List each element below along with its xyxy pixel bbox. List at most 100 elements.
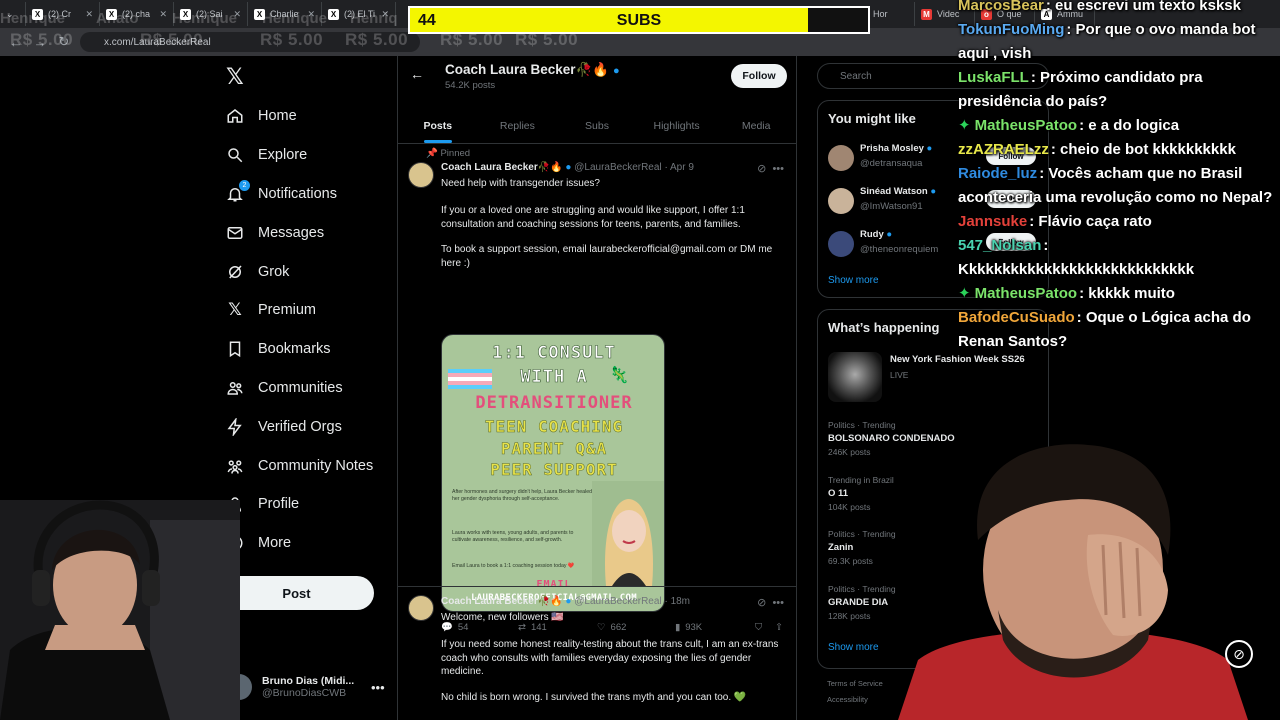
donation-overlay-text: Henriq <box>350 10 398 27</box>
tweet-handle[interactable]: @LauraBeckerReal <box>574 162 661 173</box>
grok-icon <box>226 263 244 281</box>
tweet-time[interactable]: 18m <box>671 596 690 607</box>
more-dots-icon[interactable]: ••• <box>371 680 385 695</box>
tab-highlights[interactable]: Highlights <box>637 108 717 143</box>
sidebar-item-home[interactable]: Home <box>226 97 373 136</box>
chat-username: Raiode_luz <box>958 165 1038 182</box>
tweet-separator: · <box>664 162 668 173</box>
image-caption: After hormones and surgery didn't help, … <box>452 489 592 502</box>
sidebar-item-messages[interactable]: Messages <box>226 213 373 252</box>
pinned-text: Pinned <box>440 148 471 159</box>
chat-username: MatheusPatoo <box>974 117 1078 134</box>
show-more-link[interactable]: Show more <box>828 642 879 653</box>
event-name[interactable]: New York Fashion Week SS26 <box>890 354 1025 365</box>
back-arrow-icon[interactable]: ← <box>410 66 424 82</box>
chat-message: zzAZRAELzz: cheio de bot kkkkkkkkkk <box>958 138 1280 162</box>
chat-username: Jannsuke <box>958 213 1028 230</box>
footer-link[interactable]: Accessibility <box>827 695 868 704</box>
tweet-text: No child is born wrong. I survived the t… <box>441 692 747 703</box>
chat-message: TokunFuoMing: Por que o ovo manda bot aq… <box>958 18 1280 66</box>
video-site-icon: M <box>921 8 932 20</box>
streamer-webcam-right <box>878 440 1258 720</box>
donation-overlay-text: R$ 5.00 <box>140 30 204 49</box>
webcam-person <box>898 444 1248 720</box>
sidebar-item-label: Home <box>258 108 297 125</box>
webcam-person <box>0 500 240 720</box>
streamer-webcam-left <box>0 500 240 720</box>
donation-overlay-text: Henrique <box>0 10 66 27</box>
sidebar-item-notifications[interactable]: 2 Notifications <box>226 175 373 214</box>
mail-icon <box>226 224 244 242</box>
image-caption: Laura works with teens, young adults, an… <box>452 530 574 543</box>
sidebar-item-community-notes[interactable]: Community Notes <box>226 446 373 485</box>
tweet-tools: ⊘ ••• <box>757 596 784 609</box>
close-icon[interactable]: ✕ <box>85 9 93 20</box>
sidebar-item-verified-orgs[interactable]: Verified Orgs <box>226 407 373 446</box>
subs-goal-bar: 44 SUBS <box>408 6 870 34</box>
tweet-image[interactable]: 🦎 1:1 CONSULT WITH A DETRANSITIONER TEEN… <box>441 334 665 612</box>
suggested-name-text: Rudy <box>860 229 884 240</box>
tweet-author[interactable]: Coach Laura Becker🥀🔥 <box>441 162 563 173</box>
stream-chat: MarcosBear: eu escrevi um texto ksksk Tok… <box>958 0 1280 354</box>
sidebar-item-premium[interactable]: 𝕏 Premium <box>226 291 373 330</box>
chat-text: : eu escrevi um texto ksksk <box>1045 0 1241 14</box>
event-thumbnail[interactable] <box>828 352 882 402</box>
more-dots-icon[interactable]: ••• <box>772 597 784 609</box>
tweet[interactable]: 📌 Pinned Coach Laura Becker🥀🔥 ● @LauraBe… <box>398 144 796 656</box>
tab-title: Hor <box>873 9 888 19</box>
footer-link[interactable]: Terms of Service <box>827 679 883 688</box>
tab-media[interactable]: Media <box>716 108 796 143</box>
notes-icon <box>226 457 244 475</box>
close-icon[interactable]: ✕ <box>159 9 167 20</box>
more-dots-icon[interactable]: ••• <box>772 163 784 175</box>
tweet-header: Coach Laura Becker🥀🔥 ● @LauraBeckerReal … <box>441 596 690 607</box>
bookmark-icon <box>226 340 244 358</box>
chat-username: zzAZRAELzz <box>958 141 1049 158</box>
sidebar-item-label: Profile <box>258 496 300 513</box>
sidebar-item-profile[interactable]: Profile <box>226 485 373 524</box>
tweet-handle[interactable]: @LauraBeckerReal <box>574 596 661 607</box>
account-switcher[interactable]: Bruno Dias (Midi... @BrunoDiasCWB <box>226 674 354 700</box>
sidebar-item-bookmarks[interactable]: Bookmarks <box>226 330 373 369</box>
sidebar-item-label: Communities <box>258 379 343 396</box>
tab-subs[interactable]: Subs <box>557 108 637 143</box>
post-button[interactable]: Post <box>219 576 374 610</box>
tweet-time[interactable]: Apr 9 <box>670 162 694 173</box>
x-logo-icon[interactable]: 𝕏 <box>226 64 244 90</box>
tweet-author[interactable]: Coach Laura Becker🥀🔥 <box>441 596 563 607</box>
show-more-link[interactable]: Show more <box>828 275 879 286</box>
tweet-text: To book a support session, email laurabe… <box>441 244 773 269</box>
settings-icon[interactable]: ⊘ <box>1225 640 1253 668</box>
chat-text: : kkkkk muito <box>1079 285 1175 302</box>
verified-badge-icon: ● <box>926 143 933 154</box>
suggested-name-text: Sinéad Watson <box>860 186 928 197</box>
chat-message: Jannsuke: Flávio caça rato <box>958 210 1280 234</box>
avatar <box>828 145 854 171</box>
grok-icon[interactable]: ⊘ <box>757 597 766 609</box>
tab-posts[interactable]: Posts <box>398 108 478 143</box>
profile-header: ← Coach Laura Becker🥀🔥 ● 54.2K posts Fol… <box>398 56 796 96</box>
chat-message: MarcosBear: eu escrevi um texto ksksk <box>958 0 1280 18</box>
chat-username: LuskaFLL <box>958 69 1029 86</box>
tweet[interactable]: Coach Laura Becker🥀🔥 ● @LauraBeckerReal … <box>398 587 796 720</box>
grok-icon[interactable]: ⊘ <box>757 163 766 175</box>
sidebar-item-communities[interactable]: Communities <box>226 369 373 408</box>
tweet-text: Welcome, new followers 🇺🇸 <box>441 612 564 623</box>
chat-username: BafodeCuSuado <box>958 309 1075 326</box>
tab-replies[interactable]: Replies <box>478 108 558 143</box>
image-heading: WITH A <box>520 367 588 388</box>
avatar[interactable] <box>408 595 434 621</box>
image-caption: Email Laura to book a 1:1 coaching sessi… <box>452 563 575 569</box>
profile-post-count: 54.2K posts <box>445 80 496 91</box>
follow-button[interactable]: Follow <box>731 64 787 88</box>
suggested-handle: @detransaqua <box>860 158 923 169</box>
sidebar-item-explore[interactable]: Explore <box>226 136 373 175</box>
image-heading: 1:1 CONSULT <box>492 343 616 364</box>
x-icon: 𝕏 <box>228 300 242 320</box>
sidebar-item-grok[interactable]: Grok <box>226 252 373 291</box>
suggested-name: Sinéad Watson ● <box>860 186 936 197</box>
sidebar-item-more[interactable]: More <box>226 524 373 563</box>
chat-text: : cheio de bot kkkkkkkkkk <box>1050 141 1236 158</box>
chat-message: ✦ MatheusPatoo: kkkkk muito <box>958 282 1280 306</box>
avatar[interactable] <box>408 162 434 188</box>
